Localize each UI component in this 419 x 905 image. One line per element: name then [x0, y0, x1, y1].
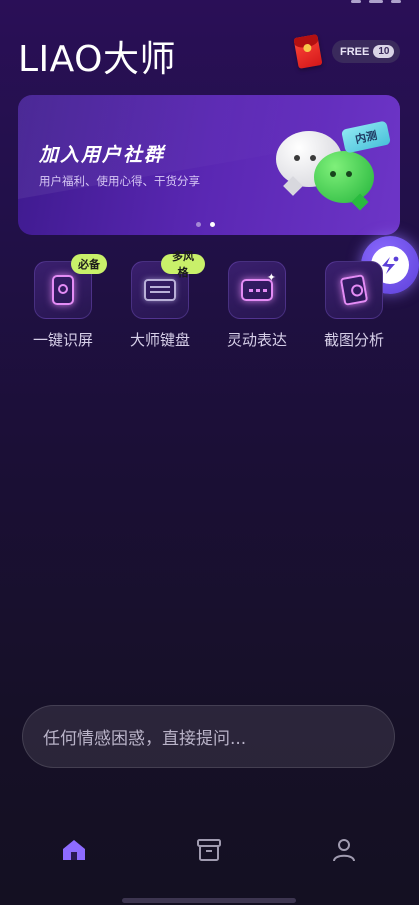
bottom-tab-bar: [0, 820, 419, 880]
tool-label: 截图分析: [323, 331, 384, 349]
banner-subtitle: 用户福利、使用心得、干货分享: [39, 174, 200, 188]
chat-bubble-green-icon: [314, 151, 374, 203]
app-title: LIAO大师: [18, 39, 177, 80]
home-indicator: [122, 898, 296, 903]
free-label: FREE: [340, 45, 370, 58]
page-dot-active[interactable]: [210, 222, 215, 227]
tool-badge: 多风格: [161, 250, 205, 279]
tool-badge: 必备: [71, 254, 107, 274]
tool-grid: 必备 一键识屏 多风格 大师键盘 ✦ 灵动表达 截图分析: [18, 250, 384, 358]
status-bar: [351, 0, 401, 6]
tool-smart-expression[interactable]: ✦ 灵动表达: [212, 258, 302, 358]
free-count: 10: [373, 45, 395, 58]
red-envelope-icon[interactable]: [293, 34, 323, 69]
tool-master-keyboard[interactable]: 多风格 大师键盘: [115, 250, 205, 358]
tool-label: 大师键盘: [129, 331, 190, 349]
tool-label: 灵动表达: [226, 331, 287, 349]
archive-icon[interactable]: [196, 838, 224, 864]
sparkle-message-icon: ✦: [228, 261, 286, 319]
tool-screenshot-analysis[interactable]: 截图分析: [309, 258, 399, 358]
page-dot[interactable]: [196, 222, 201, 227]
profile-icon[interactable]: [331, 838, 359, 864]
tool-label: 一键识屏: [32, 331, 93, 349]
beta-tag: 内测: [341, 120, 391, 154]
community-banner[interactable]: 加入用户社群 用户福利、使用心得、干货分享 内测: [18, 95, 400, 235]
banner-pagination: [196, 222, 215, 227]
tool-one-click-screen[interactable]: 必备 一键识屏: [18, 254, 108, 358]
home-icon[interactable]: [61, 838, 89, 864]
screenshot-search-icon: [325, 261, 383, 319]
free-credits-badge[interactable]: FREE 10: [332, 40, 400, 63]
question-input[interactable]: 任何情感困惑，直接提问...: [22, 705, 395, 768]
banner-title: 加入用户社群: [39, 144, 166, 166]
